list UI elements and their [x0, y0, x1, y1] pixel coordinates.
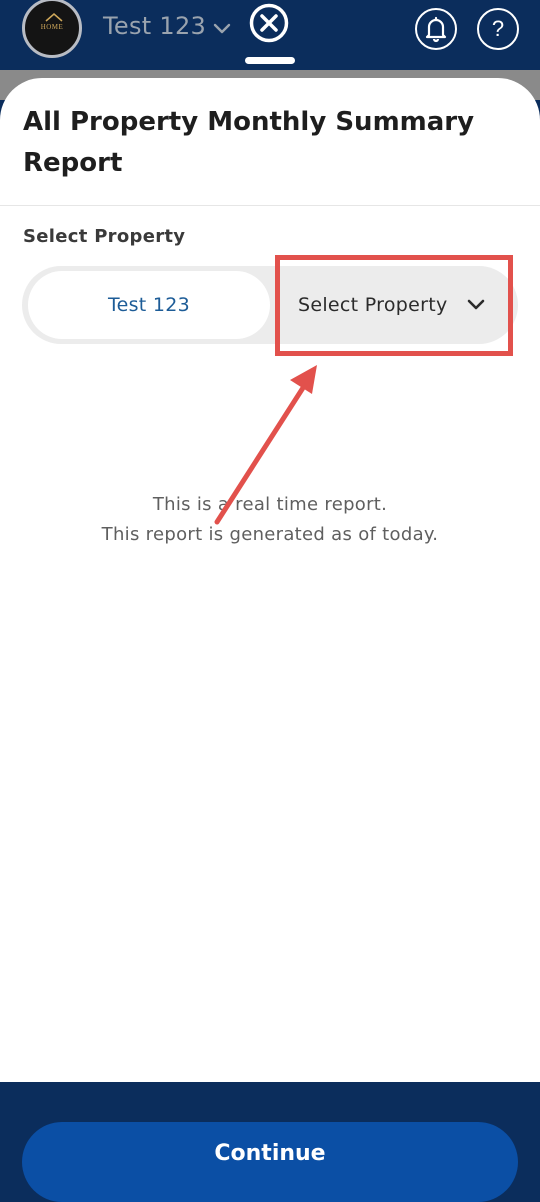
help-icon: ? — [491, 16, 505, 41]
annotation-arrow-icon — [214, 365, 317, 525]
account-name[interactable]: Test 123 — [103, 12, 206, 40]
help-button[interactable]: ? — [477, 8, 519, 50]
property-avatar[interactable]: HOME — [22, 0, 82, 58]
report-sheet: All Property Monthly Summary Report Sele… — [0, 78, 540, 1202]
chevron-down-icon[interactable] — [212, 18, 232, 38]
bell-icon — [425, 16, 447, 43]
logo-roof-icon — [45, 13, 63, 22]
app-header: HOME Test 123 ? — [0, 0, 540, 70]
select-property-label: Select Property — [23, 226, 186, 247]
logo-text: HOME — [40, 23, 64, 31]
close-icon[interactable] — [249, 3, 289, 43]
report-title: All Property Monthly Summary Report — [23, 107, 475, 178]
divider — [0, 205, 540, 206]
drag-handle[interactable] — [245, 57, 295, 64]
notifications-button[interactable] — [415, 8, 457, 50]
selected-property-chip[interactable]: Test 123 — [28, 271, 270, 339]
continue-button[interactable]: Continue — [22, 1122, 518, 1202]
annotation-highlight-box — [275, 255, 513, 356]
